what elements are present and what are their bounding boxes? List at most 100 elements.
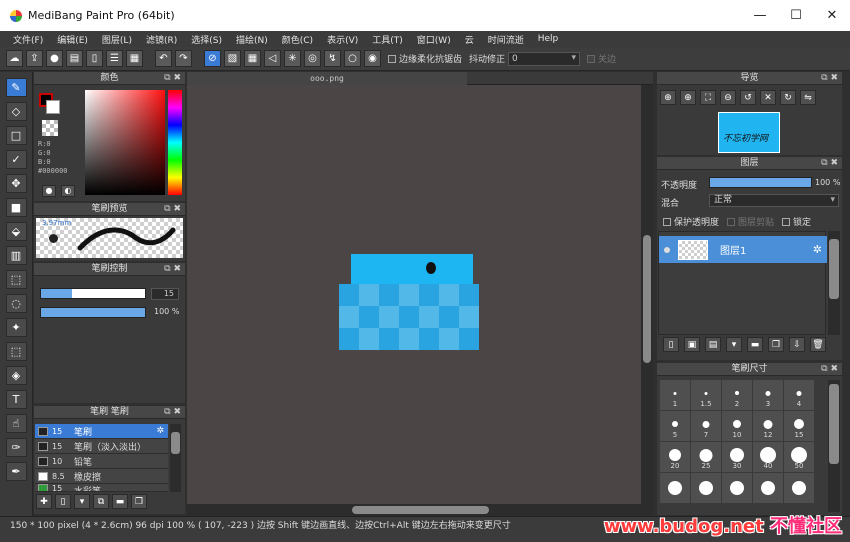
brush-opacity-slider[interactable]	[40, 307, 146, 318]
brush-size-cell[interactable]	[722, 473, 752, 503]
menu-select[interactable]: 选择(S)	[184, 33, 229, 46]
note-icon[interactable]: ▤	[66, 50, 83, 67]
snap-grid-icon[interactable]: ▦	[244, 50, 261, 67]
brush-size-cell[interactable]: 3	[753, 380, 783, 410]
minimize-button[interactable]: —	[742, 0, 778, 31]
select-eraser-tool-icon[interactable]: ◈	[5, 366, 27, 385]
brush-size-cell[interactable]: 25	[691, 442, 721, 472]
menu-window[interactable]: 窗口(W)	[410, 33, 458, 46]
new-halftone-layer-icon[interactable]: ▣	[684, 337, 700, 352]
canvas-area[interactable]: ooo.png	[187, 72, 653, 516]
maximize-button[interactable]: ☐	[778, 0, 814, 31]
pen-tool-icon[interactable]: ✒	[5, 462, 27, 481]
document-icon[interactable]: ▯	[86, 50, 103, 67]
menu-filter[interactable]: 滤镜(R)	[139, 33, 184, 46]
layer-folder-icon[interactable]: ▬	[747, 337, 763, 352]
brush-list-item[interactable]: 10 铅笔	[35, 454, 168, 469]
brush-size-cell[interactable]: 20	[660, 442, 690, 472]
brush-tool-icon[interactable]: ✎	[5, 78, 27, 97]
panel-controls-icon[interactable]: ⧉ ✖	[821, 72, 838, 84]
brush-size-cell[interactable]: 10	[722, 411, 752, 441]
fg-bg-swatches[interactable]	[39, 93, 61, 115]
comment-icon[interactable]: ●	[46, 50, 63, 67]
snap-perspective-icon[interactable]: ◁	[264, 50, 281, 67]
brush-size-scroll-thumb[interactable]	[829, 384, 839, 464]
brush-size-cell[interactable]	[753, 473, 783, 503]
select-pen-tool-icon[interactable]: ⬚	[5, 342, 27, 361]
canvas-vertical-scrollbar[interactable]	[641, 85, 653, 504]
brush-size-cell[interactable]: 2	[722, 380, 752, 410]
redo-icon[interactable]: ↷	[175, 50, 192, 67]
brush-size-cell[interactable]: 5	[660, 411, 690, 441]
brush-size-cell[interactable]	[691, 473, 721, 503]
grid-icon[interactable]: ▦	[126, 50, 143, 67]
brush-menu-icon[interactable]: ▾	[74, 494, 90, 509]
panel-controls-icon[interactable]: ⧉ ✖	[821, 157, 838, 169]
gear-icon[interactable]: ✲	[156, 426, 164, 436]
new-brush-icon[interactable]: ▯	[55, 494, 71, 509]
palette-icon[interactable]: ●	[42, 185, 56, 197]
panel-controls-icon[interactable]: ⧉ ✖	[164, 406, 181, 418]
clipping-box[interactable]	[727, 217, 736, 226]
antialias-checkbox[interactable]: 边缘柔化抗锯齿	[388, 52, 462, 65]
merge-down-icon[interactable]: ⇩	[789, 337, 805, 352]
document-tab[interactable]: ooo.png	[187, 72, 467, 85]
brush-size-cell[interactable]: 7	[691, 411, 721, 441]
brush-size-cell[interactable]: 12	[753, 411, 783, 441]
dim-option-box[interactable]	[587, 54, 596, 63]
eyedropper-tool-icon[interactable]: ✑	[5, 438, 27, 457]
duplicate-icon[interactable]: ❐	[131, 494, 147, 509]
hue-slider[interactable]	[168, 90, 182, 195]
blend-mode-select[interactable]: 正常	[709, 194, 839, 207]
snap-off-icon[interactable]: ⊘	[204, 50, 221, 67]
layer-list-scroll-thumb[interactable]	[829, 239, 839, 299]
rotate-right-icon[interactable]: ↻	[780, 90, 796, 105]
brush-size-slider[interactable]	[40, 288, 146, 299]
lasso-tool-icon[interactable]: ◌	[5, 294, 27, 313]
brush-list-item[interactable]: 15 水彩笔	[35, 484, 168, 492]
copy-brush-icon[interactable]: ⧉	[93, 494, 109, 509]
folder-icon[interactable]: ▬	[112, 494, 128, 509]
brush-size-cell[interactable]: 40	[753, 442, 783, 472]
brush-size-cell[interactable]: 1	[660, 380, 690, 410]
dot-tool-icon[interactable]: ✓	[5, 150, 27, 169]
canvas-hscroll-thumb[interactable]	[352, 506, 489, 514]
antialias-checkbox-box[interactable]	[388, 54, 396, 63]
menu-edit[interactable]: 编辑(E)	[50, 33, 95, 46]
delete-layer-icon[interactable]: 🗑	[810, 337, 826, 352]
close-button[interactable]: ✕	[814, 0, 850, 31]
menu-timelapse[interactable]: 时间流逝	[481, 33, 531, 46]
fit-window-icon[interactable]: ⛶	[700, 90, 716, 105]
gear-icon[interactable]: ✲	[813, 243, 822, 256]
snap-concentric-icon[interactable]: ◉	[364, 50, 381, 67]
reset-view-icon[interactable]: ✕	[760, 90, 776, 105]
shape-tool-icon[interactable]: □	[5, 126, 27, 145]
brush-list-item[interactable]: 15 笔刷 ✲	[35, 424, 168, 439]
add-brush-icon[interactable]: ✚	[36, 494, 52, 509]
magic-wand-tool-icon[interactable]: ✦	[5, 318, 27, 337]
rotate-left-icon[interactable]: ↺	[740, 90, 756, 105]
lock-checkbox[interactable]: 锁定	[782, 215, 811, 228]
stabilizer-select[interactable]: 0	[508, 51, 581, 66]
navigator-thumbnail[interactable]: 不忘初学网	[718, 112, 780, 153]
share-icon[interactable]: ⇪	[26, 50, 43, 67]
menu-layer[interactable]: 图层(L)	[95, 33, 139, 46]
move-tool-icon[interactable]: ✥	[5, 174, 27, 193]
menu-file[interactable]: 文件(F)	[6, 33, 50, 46]
new-layer-icon[interactable]: ▯	[663, 337, 679, 352]
flip-icon[interactable]: ⇋	[800, 90, 816, 105]
panel-controls-icon[interactable]: ⧉ ✖	[164, 263, 181, 275]
zoom-in-icon[interactable]: ⊕	[660, 90, 676, 105]
undo-icon[interactable]: ↶	[155, 50, 172, 67]
menu-cloud[interactable]: 云	[458, 33, 481, 46]
select-rect-tool-icon[interactable]: ⬚	[5, 270, 27, 289]
brush-list-item[interactable]: 8.5 橡皮擦	[35, 469, 168, 484]
menu-view[interactable]: 表示(V)	[320, 33, 365, 46]
snap-circle-icon[interactable]: ◎	[304, 50, 321, 67]
brush-size-scrollbar[interactable]	[828, 380, 840, 512]
transparent-color[interactable]	[42, 120, 58, 136]
brush-size-cell[interactable]: 50	[784, 442, 814, 472]
layer-menu-icon[interactable]: ▾	[726, 337, 742, 352]
layer-list-scrollbar[interactable]	[828, 231, 840, 335]
menu-draw[interactable]: 描绘(N)	[229, 33, 275, 46]
